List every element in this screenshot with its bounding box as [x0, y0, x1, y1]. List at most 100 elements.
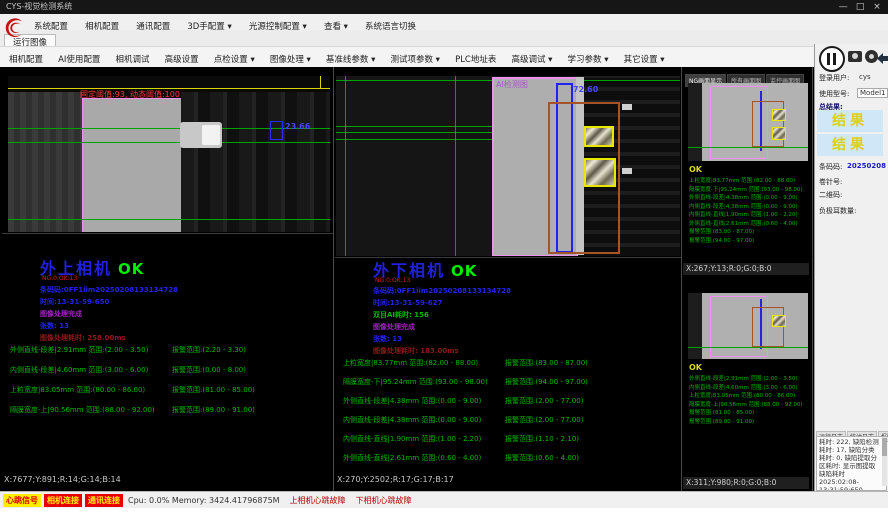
left-barcode: 条码码:0FF1iim20250208133134728 [40, 285, 178, 295]
record-icon [869, 54, 874, 59]
measure-text: 内侧直线-段差|4.38mm 范围:(0.00 - 9.00) [343, 416, 481, 424]
measure-text: 外侧直线-段差|2.91mm 范围:(2.00 - 3.50) [10, 346, 148, 354]
measurement-row: 内侧直线-段差|4.60mm 范围:(3.00 - 6.00)报警范围:(0.0… [10, 365, 333, 375]
login-user-label: 登录用户: [819, 73, 849, 83]
back-arrow-icon [877, 52, 888, 65]
left-camera-panel: 23.66 固定阈值:93, 动态阈值:100 外上相机OK NG:0;OK:1… [2, 67, 333, 491]
center-time: 时间:13-31-59-627 [373, 298, 442, 308]
left-camera-status: OK [118, 260, 144, 278]
mini-top-status: OK [689, 165, 702, 174]
center-frame-count: 张数: 13 [373, 334, 402, 344]
heartbeat-badge: 心跳信号 [3, 494, 41, 507]
alarm-range: 报警范围:(2.00 - 77.00) [505, 415, 583, 425]
left-camera-image: 23.66 固定阈值:93, 动态阈值:100 [8, 76, 330, 232]
maximize-button[interactable]: □ [853, 0, 867, 14]
result-box-2: 结果 [817, 134, 883, 156]
left-cursor-coords: X:7677;Y:891;R:14;G:14;B:14 [4, 475, 121, 484]
center-camera-status: OK [451, 262, 477, 280]
tool-plc-table[interactable]: PLC地址表 [450, 49, 501, 65]
tool-camera-config[interactable]: 相机配置 [4, 49, 48, 65]
connector-part [180, 122, 222, 148]
status-bar: 心跳信号 相机连接 通讯连接 Cpu: 0.0% Memory: 3424.41… [0, 491, 888, 508]
right-sidebar: 登录用户: cys 使用型号: Model1 总结果: 结果 结果 条码码: 2… [814, 44, 888, 491]
camera-button[interactable] [848, 51, 862, 62]
measure-text: 外侧直线-直线|2.61mm 范围:(0.60 - 4.00) [343, 454, 481, 462]
qr-code-label: 二维码: [819, 190, 842, 200]
measurement-row: 外侧直线-段差|4.38mm 范围:(0.00 - 9.00) 报警范围:(2.0… [343, 396, 681, 406]
measure-text: 隔膜宽度-上|90.56mm 范围:(88.00 - 92.00) [10, 406, 155, 414]
alarm-range: 报警范围:(83.00 - 87.00) [505, 358, 588, 368]
pause-button[interactable] [819, 46, 845, 72]
upper-camera-fault: 上相机心跳故障 [290, 495, 346, 506]
mini-bottom-result-lines: 外侧直线-段差|2.91mm 范围:(2.00 - 3.50) 内侧直线-段差|… [689, 375, 809, 426]
mini-top-coords: X:267;Y:13;R:0;G:0;B:0 [683, 263, 809, 275]
mini-camera-image-top [688, 83, 808, 161]
app-logo-icon [3, 16, 25, 40]
measure-text: 上粒宽度|83.77mm 范围:(82.00 - 88.00) [343, 359, 478, 367]
alarm-range: 报警范围:(0.00 - 8.00) [172, 365, 246, 375]
measurement-row: 外侧直线-直线|2.61mm 范围:(0.60 - 4.00)报警范围:(0.6… [343, 453, 681, 463]
alarm-range: 报警范围:(89.00 - 91.00) [172, 405, 255, 415]
window-title: CYS-视觉检测系统 [6, 2, 72, 11]
alarm-range: 报警范围:(94.00 - 97.00) [505, 377, 588, 387]
center-ai-time: 双目AI耗时: 156 [373, 310, 429, 320]
bottom-margin [0, 507, 888, 522]
left-process-done: 图像处理完成 [40, 309, 82, 319]
titlebar: CYS-视觉检测系统 — □ × [0, 0, 888, 14]
mini-bottom-coords: X:311;Y:980;R:0;G:0;B:0 [683, 477, 809, 489]
tool-advanced-settings[interactable]: 高级设置 [160, 49, 204, 65]
battery-cell-region [82, 98, 182, 232]
tool-baseline-params[interactable]: 基准线参数 ▾ [321, 49, 380, 65]
center-process-time: 图像处理耗时: 183.00ms [373, 346, 459, 356]
main-area: 23.66 固定阈值:93, 动态阈值:100 外上相机OK NG:0;OK:1… [0, 67, 888, 491]
tool-advanced-debug[interactable]: 高级调试 ▾ [506, 49, 557, 65]
measurement-row: 隔膜宽度-下|95.24mm 范围:(93.00 - 98.00)报警范围:(9… [343, 377, 681, 387]
barcode-value: 20250208 [847, 162, 886, 170]
app-window: CYS-视觉检测系统 — □ × 系统配置 相机配置 通讯配置 3D手配置 ▾ … [0, 0, 888, 522]
neg-tab-count-label: 负极耳数量: [819, 206, 856, 216]
tool-spot-check[interactable]: 点检设置 ▾ [209, 49, 260, 65]
close-button[interactable]: × [870, 0, 884, 14]
result-box-1: 结果 [817, 110, 883, 132]
tab-roi-box [752, 101, 784, 147]
tool-learn-params[interactable]: 学习参数 ▾ [563, 49, 614, 65]
measure-text: 内侧直线-直线|1.90mm 范围:(1.00 - 2.20) [343, 435, 481, 443]
tool-camera-debug[interactable]: 相机调试 [111, 49, 155, 65]
camera-conn-badge: 相机连接 [44, 494, 82, 507]
tab-roi-box [752, 307, 784, 347]
tool-test-params[interactable]: 测试项参数 ▾ [385, 49, 444, 65]
left-time: 时间:13-31-59-650 [40, 297, 109, 307]
toolbar: 相机配置 AI使用配置 相机调试 高级设置 点检设置 ▾ 图像处理 ▾ 基准线参… [0, 46, 888, 69]
model-value[interactable]: Model1 [857, 88, 888, 98]
menu-bar: 系统配置 相机配置 通讯配置 3D手配置 ▾ 光源控制配置 ▾ 查看 ▾ 系统语… [0, 14, 888, 31]
minimize-button[interactable]: — [836, 0, 850, 14]
measure-text: 外侧直线-段差|4.38mm 范围:(0.00 - 9.00) [343, 397, 481, 405]
left-frame-count: 张数: 13 [40, 321, 69, 331]
center-ngok-count: NG:0;OK:13 [375, 277, 410, 284]
tool-image-process[interactable]: 图像处理 ▾ [265, 49, 316, 65]
barcode-label: 条码码: [819, 162, 842, 172]
tab-row: 运行图像 [0, 30, 888, 46]
tab-detect-box [584, 126, 614, 147]
center-barcode: 条码码:0FF1iim20250208133134728 [373, 286, 511, 296]
left-measure-value: 23.66 [285, 122, 310, 131]
center-cursor-coords: X:270;Y:2502;R:17;G:17;B:17 [337, 475, 454, 484]
measure-roi-box [270, 121, 283, 140]
mini-top-result-lines: 上粒宽度|83.77mm 范围:(82.00 - 88.00) 隔膜宽度-下|9… [689, 177, 809, 245]
left-process-time: 图像处理耗时: 258.00ms [40, 333, 126, 343]
lower-camera-fault: 下相机心跳故障 [356, 495, 412, 506]
ai-detect-label: AI检测图 [496, 79, 528, 90]
comm-conn-badge: 通讯连接 [85, 494, 123, 507]
center-camera-image: AI检测图 72.60 [336, 76, 680, 256]
measurement-row: 外侧直线-段差|2.91mm 范围:(2.00 - 3.50)报警范围:(2.2… [10, 345, 333, 355]
tab-detect-box [584, 158, 616, 187]
measure-text: 上粒宽度|83.05mm 范围:(80.00 - 86.00) [10, 386, 145, 394]
log-output: 耗时: 222, 缺陷检测耗时: 17, 缺陷分类耗时: 0, 缺陷提取分区耗时… [816, 436, 887, 491]
tool-other-settings[interactable]: 其它设置 ▾ [619, 49, 670, 65]
mini-views-panel: NG画面显示所有画面图监控画面图 OK 上粒宽度|83.77mm 范围:(82.… [683, 67, 811, 491]
logout-button[interactable] [877, 50, 888, 63]
tool-ai-config[interactable]: AI使用配置 [53, 49, 105, 65]
alarm-range: 报警范围:(81.00 - 85.00) [172, 385, 255, 395]
log-scrollbar-thumb[interactable] [882, 438, 887, 456]
alarm-range: 报警范围:(2.00 - 77.00) [505, 396, 583, 406]
